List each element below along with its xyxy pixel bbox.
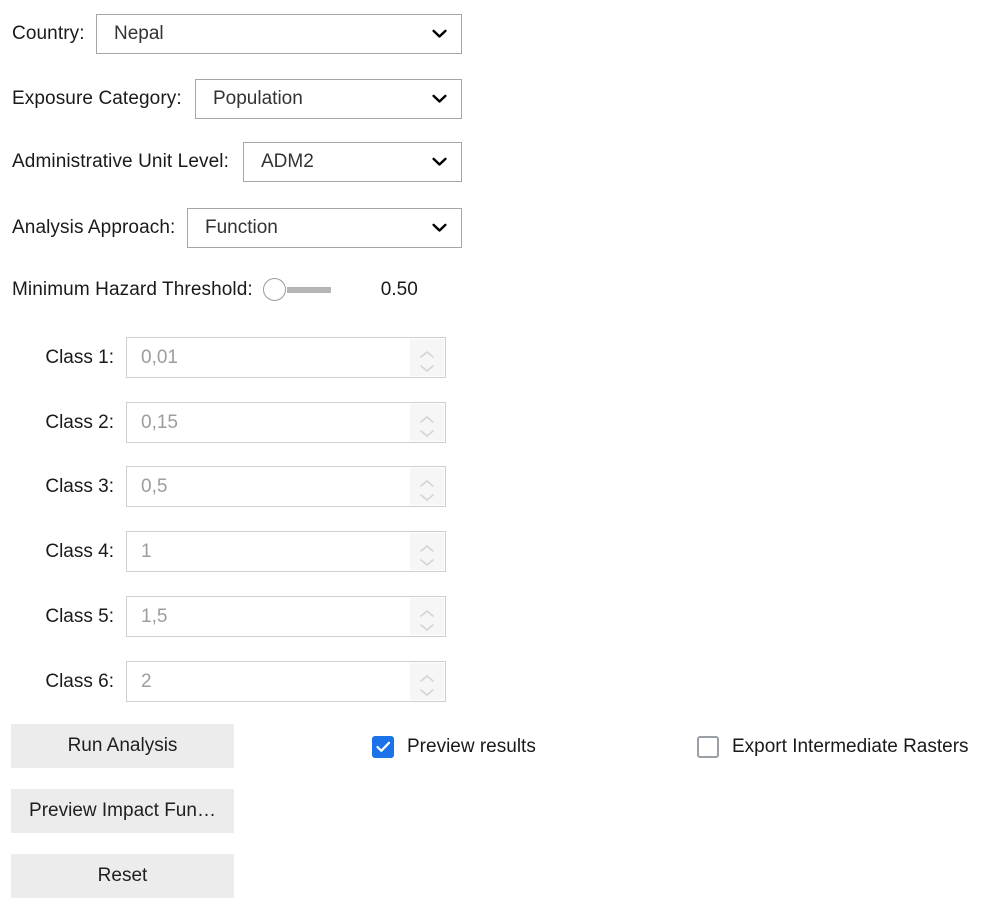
select-exposure-category[interactable]: Population — [195, 79, 462, 119]
class-2-stepper[interactable] — [410, 404, 444, 441]
run-analysis-button[interactable]: Run Analysis — [11, 724, 234, 768]
minimum-hazard-threshold-value: 0.50 — [380, 279, 418, 300]
chevron-down-icon[interactable] — [419, 360, 435, 372]
export-intermediate-rasters-label: Export Intermediate Rasters — [732, 736, 969, 757]
class-6-input[interactable]: 2 — [126, 661, 446, 702]
field-row-administrative-unit-level: Administrative Unit Level: ADM2 — [0, 142, 995, 182]
preview-results-checkbox[interactable]: Preview results — [372, 734, 536, 760]
field-row-class-4: Class 4: 1 — [0, 531, 995, 572]
class-1-placeholder: 0,01 — [141, 346, 178, 368]
select-administrative-unit-level-value: ADM2 — [261, 151, 314, 172]
class-1-stepper[interactable] — [410, 339, 444, 376]
class-3-stepper[interactable] — [410, 468, 444, 505]
chevron-up-icon[interactable] — [419, 475, 435, 487]
label-minimum-hazard-threshold: Minimum Hazard Threshold: — [12, 279, 253, 300]
chevron-down-icon — [432, 29, 447, 39]
slider-track — [286, 287, 331, 293]
class-2-placeholder: 0,15 — [141, 411, 178, 433]
chevron-down-icon — [432, 223, 447, 233]
label-class-2: Class 2: — [45, 411, 114, 433]
chevron-down-icon — [432, 157, 447, 167]
class-1-input[interactable]: 0,01 — [126, 337, 446, 378]
chevron-down-icon[interactable] — [419, 489, 435, 501]
chevron-up-icon[interactable] — [419, 605, 435, 617]
field-row-class-1: Class 1: 0,01 — [0, 337, 995, 378]
preview-impact-function-button[interactable]: Preview Impact Fun… — [11, 789, 234, 833]
class-3-input[interactable]: 0,5 — [126, 466, 446, 507]
checkbox-checked-icon[interactable] — [372, 736, 394, 758]
chevron-up-icon[interactable] — [419, 346, 435, 358]
minimum-hazard-threshold-slider[interactable] — [262, 277, 333, 303]
select-exposure-category-value: Population — [213, 88, 303, 109]
chevron-down-icon[interactable] — [419, 684, 435, 696]
label-class-3: Class 3: — [45, 475, 114, 497]
label-class-5: Class 5: — [45, 605, 114, 627]
class-5-placeholder: 1,5 — [141, 605, 168, 627]
class-6-placeholder: 2 — [141, 670, 152, 692]
class-5-input[interactable]: 1,5 — [126, 596, 446, 637]
select-administrative-unit-level[interactable]: ADM2 — [243, 142, 462, 182]
preview-results-label: Preview results — [407, 736, 536, 757]
select-analysis-approach-value: Function — [205, 217, 278, 238]
label-country: Country: — [12, 23, 85, 44]
chevron-up-icon[interactable] — [419, 540, 435, 552]
select-country-value: Nepal — [114, 23, 164, 44]
class-4-placeholder: 1 — [141, 540, 152, 562]
chevron-up-icon[interactable] — [419, 411, 435, 423]
label-class-1: Class 1: — [45, 346, 114, 368]
class-5-stepper[interactable] — [410, 598, 444, 635]
chevron-down-icon[interactable] — [419, 425, 435, 437]
chevron-down-icon[interactable] — [419, 554, 435, 566]
field-row-exposure-category: Exposure Category: Population — [0, 79, 995, 119]
class-3-placeholder: 0,5 — [141, 475, 168, 497]
chevron-up-icon[interactable] — [419, 670, 435, 682]
field-row-class-5: Class 5: 1,5 — [0, 596, 995, 637]
label-administrative-unit-level: Administrative Unit Level: — [12, 151, 229, 172]
field-row-analysis-approach: Analysis Approach: Function — [0, 208, 995, 248]
field-row-class-6: Class 6: 2 — [0, 661, 995, 702]
exposure-analysis-panel: Country: Nepal Exposure Category: Popula… — [0, 0, 995, 910]
field-row-country: Country: Nepal — [0, 14, 995, 54]
chevron-down-icon[interactable] — [419, 619, 435, 631]
class-4-stepper[interactable] — [410, 533, 444, 570]
export-intermediate-rasters-checkbox[interactable]: Export Intermediate Rasters — [697, 734, 969, 760]
chevron-down-icon — [432, 94, 447, 104]
class-2-input[interactable]: 0,15 — [126, 402, 446, 443]
slider-handle[interactable] — [262, 278, 286, 301]
label-exposure-category: Exposure Category: — [12, 88, 182, 109]
class-4-input[interactable]: 1 — [126, 531, 446, 572]
checkbox-unchecked-icon[interactable] — [697, 736, 719, 758]
select-analysis-approach[interactable]: Function — [187, 208, 462, 248]
label-analysis-approach: Analysis Approach: — [12, 217, 176, 238]
class-6-stepper[interactable] — [410, 663, 444, 700]
field-row-class-2: Class 2: 0,15 — [0, 402, 995, 443]
select-country[interactable]: Nepal — [96, 14, 462, 54]
reset-button[interactable]: Reset — [11, 854, 234, 898]
label-class-4: Class 4: — [45, 540, 114, 562]
field-row-class-3: Class 3: 0,5 — [0, 466, 995, 507]
label-class-6: Class 6: — [45, 670, 114, 692]
field-row-minimum-hazard-threshold: Minimum Hazard Threshold: 0.50 — [0, 270, 995, 310]
